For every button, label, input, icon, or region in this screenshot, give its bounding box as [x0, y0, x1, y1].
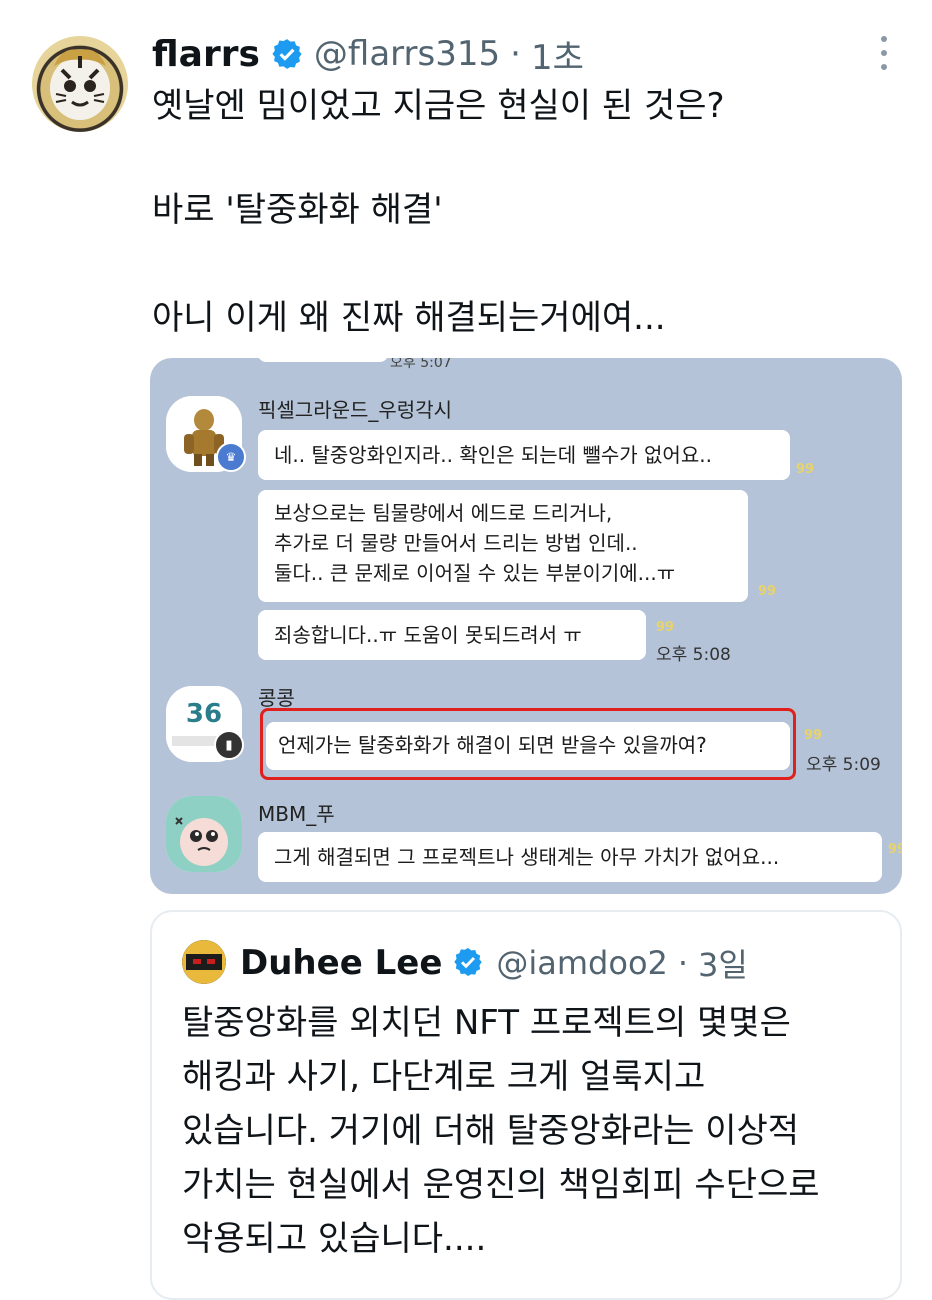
channel-badge-icon: ▮ — [214, 730, 244, 760]
quote-text-line: 있습니다. 거기에 더해 탈중앙화라는 이상적 — [182, 1111, 800, 1151]
chat-sender-name: 픽셀그라운드_우렁각시 — [258, 398, 452, 422]
read-count: 99 — [758, 584, 777, 599]
quote-text-line: 해킹과 사기, 다단계로 크게 얼룩지고 — [182, 1057, 706, 1097]
bubble-line: 보상으로는 팀물량에서 에드로 드리거나, — [274, 501, 613, 525]
chat-message-bubble: 네.. 탈중앙화인지라.. 확인은 되는데 뺄수가 없어요.. — [258, 430, 790, 480]
meta-separator: · — [677, 944, 689, 982]
tweet-text-line-3: 아니 이게 왜 진짜 해결되는거에여... — [152, 298, 666, 338]
read-count: 99 — [888, 842, 902, 857]
quote-author-display-name[interactable]: Duhee Lee — [240, 943, 442, 983]
quote-author-avatar[interactable] — [182, 940, 226, 984]
quote-timestamp[interactable]: 3일 — [698, 940, 748, 986]
quote-author-handle[interactable]: @iamdoo2 — [496, 944, 668, 982]
quote-text-line: 악용되고 있습니다.... — [182, 1219, 487, 1259]
quote-tweet-text: 탈중앙화를 외치던 NFT 프로젝트의 몇몇은 해킹과 사기, 다단계로 크게 … — [182, 996, 820, 1266]
crown-badge-icon: ♛ — [216, 442, 246, 472]
tweet-timestamp[interactable]: 1초 — [531, 30, 584, 79]
chat-message-bubble: 죄송합니다..ㅠ 도움이 못되드려서 ㅠ — [258, 610, 646, 660]
quote-text-line: 탈중앙화를 외치던 NFT 프로젝트의 몇몇은 — [182, 1003, 791, 1043]
chat-screenshot-image[interactable]: 오후 5:07 ♛ 픽셀그라운드_우렁각시 네.. 탈중앙화인지라.. 확인은 … — [150, 358, 902, 894]
tweet-text-line-1: 옛날엔 밈이었고 지금은 현실이 된 것은? — [152, 86, 725, 126]
quote-text-line: 가치는 현실에서 운영진의 책임회피 수단으로 — [182, 1165, 820, 1205]
avatar-text: 36 — [186, 699, 222, 729]
chat-message-bubble-highlighted: 언제가는 탈중화화가 해결이 되면 받을수 있을까여? — [266, 722, 790, 770]
bubble-line: 추가로 더 물량 만들어서 드리는 방법 인데.. — [274, 531, 638, 555]
author-avatar[interactable] — [32, 36, 128, 132]
meta-separator: · — [510, 34, 521, 74]
previous-message-time: 오후 5:07 — [390, 358, 452, 371]
previous-message-bubble — [258, 358, 388, 362]
read-count: 99 — [796, 462, 815, 477]
chat-sender-name: 콩콩 — [258, 686, 295, 710]
more-options-icon[interactable] — [872, 36, 896, 70]
chat-message-bubble-multiline: 보상으로는 팀물량에서 에드로 드리거나, 추가로 더 물량 만들어서 드리는 … — [258, 490, 748, 602]
quote-tweet-card[interactable]: Duhee Lee @iamdoo2 · 3일 탈중앙화를 외치던 NFT 프로… — [150, 910, 902, 1300]
read-count: 99 — [804, 728, 823, 743]
message-time: 오후 5:09 — [806, 755, 881, 775]
author-handle[interactable]: @flarrs315 — [314, 34, 500, 74]
author-name-row: flarrs @flarrs315 · 1초 — [152, 28, 584, 80]
bubble-line: 둘다.. 큰 문제로 이어질 수 있는 부분이기에...ㅠ — [274, 561, 676, 585]
chat-sender-name: MBM_푸 — [258, 802, 335, 826]
chat-avatar-mbm — [166, 796, 242, 872]
verified-badge-icon — [452, 946, 486, 980]
verified-badge-icon — [270, 37, 304, 71]
chat-message-bubble: 그게 해결되면 그 프로젝트나 생태계는 아무 가치가 없어요... — [258, 832, 882, 882]
read-count: 99 — [656, 620, 675, 635]
author-display-name[interactable]: flarrs — [152, 34, 260, 75]
tweet-text-line-2: 바로 '탈중화화 해결' — [152, 190, 443, 230]
message-time: 오후 5:08 — [656, 645, 731, 665]
quote-author-row: Duhee Lee @iamdoo2 · 3일 — [240, 938, 748, 988]
